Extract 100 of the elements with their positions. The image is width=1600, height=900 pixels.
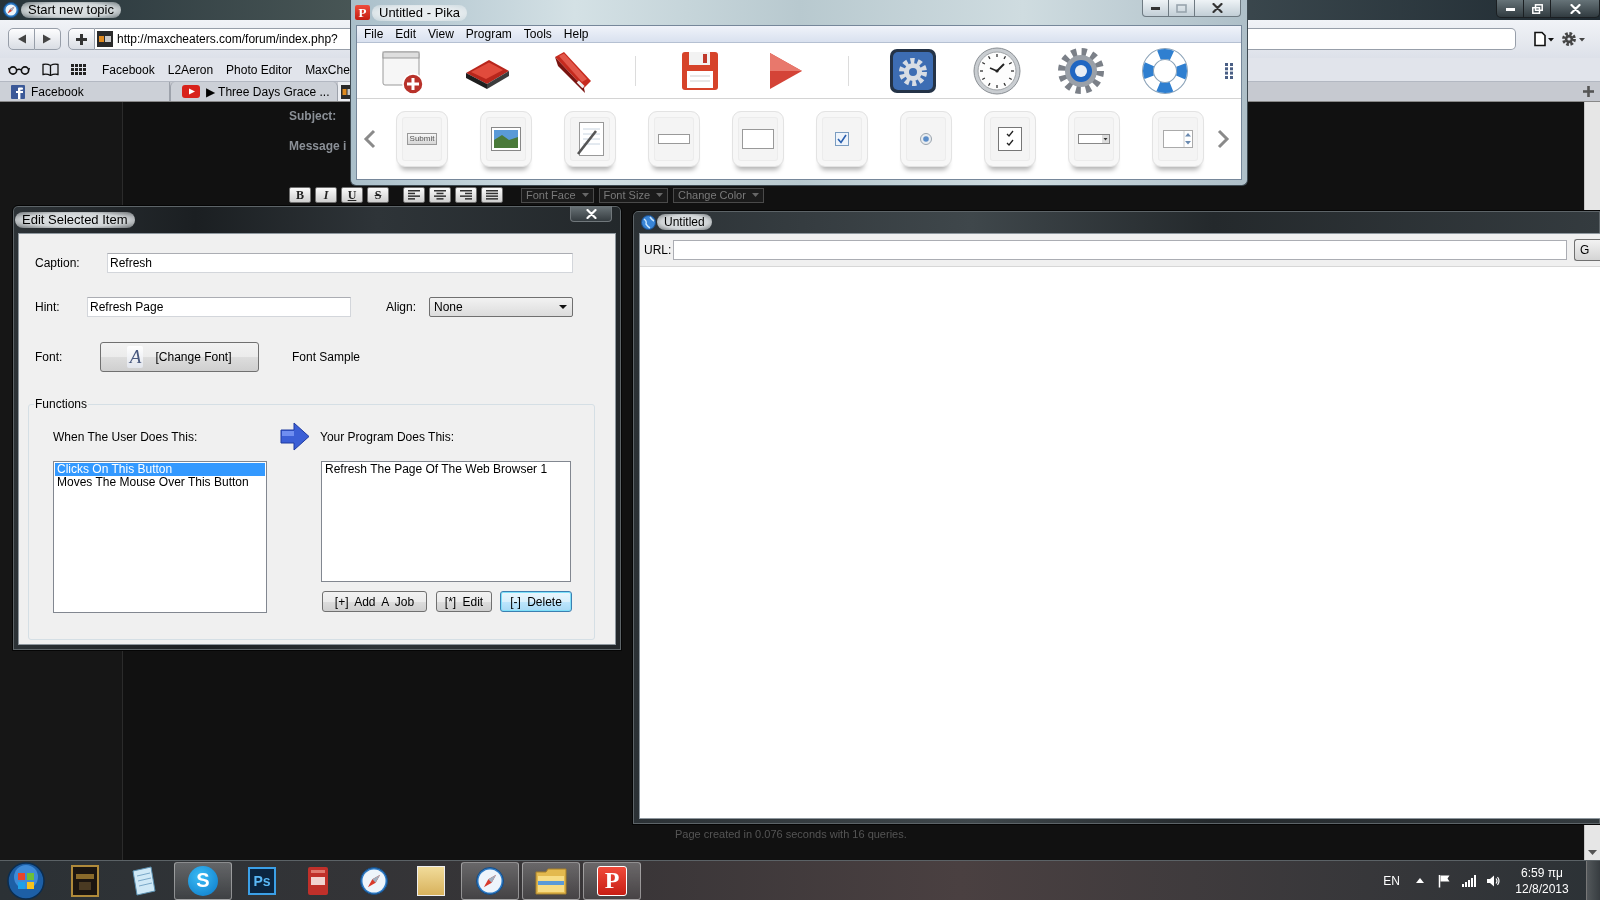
lifebuoy-icon[interactable] [1141,46,1189,95]
back-button[interactable] [8,28,35,50]
settings-icon[interactable] [1561,31,1587,47]
justify-button[interactable] [481,187,503,203]
close-icon [585,208,597,219]
browser-tab[interactable]: Facebook [0,82,170,101]
job-action-button[interactable]: [+] Add A Job [322,591,427,612]
textbox-icon [658,134,690,144]
grip-dots-icon[interactable] [1225,62,1233,79]
game-box-icon[interactable] [71,864,99,897]
show-desktop-button[interactable] [1586,860,1600,900]
memo-tool-tile[interactable] [564,111,616,167]
radio-tool-tile[interactable] [900,111,952,167]
caret-up-icon[interactable] [1416,878,1424,883]
taskbar-button[interactable] [461,861,519,900]
clock-time: 6:59 πμ [1521,864,1563,881]
textbox-tool-tile[interactable] [648,111,700,167]
close-button[interactable] [1551,0,1600,18]
change-font-button[interactable]: A [Change Font] [100,342,259,372]
add-bookmark-button[interactable] [68,28,95,50]
menu-item[interactable]: Tools [523,27,552,41]
square-letter-icon[interactable]: Ps [248,866,276,895]
bookmark-link[interactable]: L2Aeron [167,62,214,77]
favicon-icon [97,31,113,47]
align-center-button[interactable] [429,187,451,203]
page-menu-icon[interactable] [1533,31,1555,47]
align-right-button[interactable] [455,187,477,203]
job-action-button[interactable]: [-] Delete [500,591,572,612]
language-indicator[interactable]: EN [1383,873,1400,888]
compass-icon [476,866,504,895]
format-dropdown[interactable]: Change Color [673,187,764,203]
menu-item[interactable]: View [428,27,454,41]
dropdown-icon [1078,134,1110,144]
photo-placeholder[interactable] [417,865,445,896]
checkbox-tool-tile[interactable] [816,111,868,167]
menu-item[interactable]: Help [563,27,589,41]
gear-tile-icon[interactable] [889,46,937,95]
events-list[interactable]: Clicks On This Button Moves The Mouse Over This Button [53,461,267,613]
grid-icon[interactable] [71,64,86,75]
menu-item[interactable]: Program [465,27,512,41]
align-left-button[interactable] [403,187,425,203]
button-tool-tile[interactable]: Submit [396,111,448,167]
close-button[interactable] [570,206,612,222]
format-dropdown[interactable]: Font Size [598,187,668,203]
reading-glasses-icon[interactable] [8,64,30,75]
bold-button[interactable]: B [289,187,311,203]
round-letter-icon: S [188,865,218,896]
flag-icon[interactable] [1437,873,1451,888]
radio-button-icon [920,133,932,145]
start-orb-icon[interactable] [7,861,45,900]
clock-icon[interactable] [973,46,1021,95]
gear-icon[interactable] [1057,46,1105,95]
browser-tab[interactable]: ▶ Three Days Grace ... [170,82,338,101]
signal-bars-icon[interactable] [1462,874,1476,887]
bookmark-link[interactable]: Facebook [102,62,155,77]
caption-field[interactable]: Refresh [107,253,573,273]
bookmark-link[interactable]: MaxChe [305,62,350,77]
caret-down-icon [656,193,663,197]
url-field[interactable] [673,240,1567,260]
hint-field[interactable]: Refresh Page [87,297,351,317]
jobs-list[interactable]: Refresh The Page Of The Web Browser 1 [321,461,571,582]
open-book-icon[interactable] [42,63,59,76]
minimize-button[interactable] [1142,0,1169,17]
dropdown-tool-tile[interactable] [1068,111,1120,167]
scroll-down-button[interactable] [1584,825,1600,860]
forward-button[interactable] [35,28,61,50]
align-dropdown[interactable]: None [429,297,573,317]
speaker-icon[interactable] [1486,873,1500,888]
restore-button[interactable] [1524,0,1551,18]
taskbar-button[interactable] [522,861,580,900]
checklist-icon [998,127,1022,151]
picture-tool-tile[interactable] [480,111,532,167]
go-button[interactable]: G [1574,239,1600,261]
chevron-left-icon[interactable] [363,129,377,149]
document-icon[interactable] [305,865,331,896]
scrollbar-track[interactable] [1584,102,1600,210]
checklist-tool-tile[interactable] [984,111,1036,167]
bookmark-link[interactable]: Photo Editor [226,62,293,77]
strikethrough-button[interactable]: S [367,187,389,203]
compass-icon[interactable] [360,866,388,895]
panel-tool-tile[interactable] [732,111,784,167]
underline-button[interactable]: U [341,187,363,203]
job-action-button[interactable]: [*] Edit [436,591,492,612]
address-field[interactable]: http://maxcheaters.com/forum/index.php? [95,28,350,50]
event-item[interactable]: Moves The Mouse Over This Button [55,476,265,489]
format-dropdown[interactable]: Font Face [521,187,594,203]
minimize-button[interactable] [1496,0,1524,18]
menu-item[interactable]: File [364,27,384,41]
maximize-button[interactable] [1169,0,1195,17]
address-field[interactable] [1248,28,1516,50]
align-left-icon [408,190,420,200]
taskbar-button[interactable]: P [583,861,641,900]
italic-button[interactable]: I [315,187,337,203]
spinner-tool-tile[interactable] [1152,111,1204,167]
job-item[interactable]: Refresh The Page Of The Web Browser 1 [323,463,569,476]
chevron-right-icon[interactable] [1216,129,1230,149]
close-button[interactable] [1195,0,1241,17]
menu-item[interactable]: Edit [395,27,417,41]
new-tab-icon[interactable] [1583,86,1594,97]
scroll-down-icon [1588,850,1597,855]
